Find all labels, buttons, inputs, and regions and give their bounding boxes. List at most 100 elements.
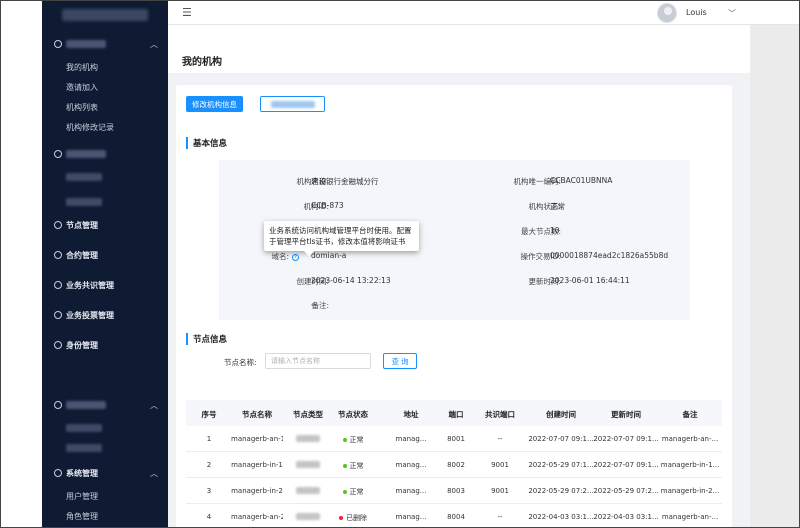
cell-no: 2 bbox=[206, 461, 212, 469]
chevron-up-icon: ︿ bbox=[150, 400, 158, 410]
cell-cport: 9001 bbox=[491, 487, 509, 495]
vote-icon bbox=[54, 311, 62, 319]
domain-label: 域名:? bbox=[219, 251, 299, 262]
status-dot-icon bbox=[339, 516, 343, 520]
cell-no: 3 bbox=[206, 487, 212, 495]
secondary-action-button[interactable] bbox=[260, 96, 325, 112]
edit-org-button[interactable]: 修改机构信息 bbox=[186, 96, 243, 112]
help-icon[interactable]: ? bbox=[292, 253, 299, 261]
cell-status: 正常 bbox=[332, 461, 374, 471]
cell-cport: 9001 bbox=[491, 461, 509, 469]
cell-port: 8004 bbox=[447, 513, 465, 521]
sidebar-item-user-mgmt[interactable]: 用户管理 bbox=[66, 491, 98, 502]
status-dot-icon bbox=[342, 490, 347, 494]
domain-value: domian-a bbox=[311, 251, 347, 260]
org-status-value: 正常 bbox=[550, 202, 565, 211]
sidebar-item-blurred[interactable] bbox=[66, 444, 102, 452]
table-row[interactable]: 3 managerb-in-2 正常 manag... 8003 9001 2022-05-… bbox=[186, 478, 722, 504]
cell-name: managerb-an-1 bbox=[231, 435, 283, 443]
created-time-value: 2023-06-14 13:22:13 bbox=[311, 276, 391, 285]
sidebar-group-label: 业务投票管理 bbox=[66, 310, 114, 320]
table-row[interactable]: 2 managerb-in-1 正常 manag... 8002 9001 2022-05-… bbox=[186, 452, 722, 478]
sidebar-item-blurred[interactable] bbox=[66, 173, 102, 181]
updated-time-value: 2023-06-01 16:44:11 bbox=[550, 276, 630, 285]
cell-updated: 2022-07-07 09:1... bbox=[593, 435, 659, 443]
sidebar-group-label-blurred bbox=[66, 401, 106, 409]
sidebar-item-my-org[interactable]: 我的机构 bbox=[66, 62, 98, 73]
max-nodes-value: 10 bbox=[550, 226, 560, 235]
blurred-label bbox=[271, 101, 315, 108]
node-info-title: 节点信息 bbox=[186, 333, 227, 345]
sidebar-item-org-change-log[interactable]: 机构修改记录 bbox=[66, 122, 114, 133]
updated-time-label: 更新时间: bbox=[528, 277, 561, 286]
node-type-blurred bbox=[296, 461, 320, 468]
table-row[interactable]: 4 managerb-an-2 已删除 manag... 8004 -- 2022-04-0… bbox=[186, 504, 722, 527]
cell-created: 2022-04-03 03:1... bbox=[528, 513, 594, 521]
tx-id-value: 0000018874ead2c1826a55b8d bbox=[550, 251, 669, 260]
right-scroll-area bbox=[750, 25, 799, 527]
sidebar-group-node[interactable]: 节点管理 bbox=[42, 217, 168, 233]
page-title: 我的机构 bbox=[182, 57, 222, 68]
chevron-down-icon[interactable]: ﹀ bbox=[728, 8, 736, 19]
status-text: 正常 bbox=[349, 462, 364, 470]
menu-icon bbox=[54, 150, 62, 158]
col-header: 节点名称 bbox=[242, 410, 272, 419]
node-name-filter-label: 节点名称: bbox=[224, 358, 257, 367]
domain-tooltip: 业务系统访问机构域管理平台时使用。配置于管理平台tls证书，修改本值将影响证书 bbox=[264, 221, 419, 256]
sidebar-group-system[interactable]: 系统管理 ︿ bbox=[42, 465, 168, 481]
max-nodes-label: 最大节点数: bbox=[520, 227, 561, 236]
sidebar-item-blurred[interactable] bbox=[66, 424, 102, 432]
sidebar-item-blurred[interactable] bbox=[66, 198, 102, 206]
cell-status: 正常 bbox=[332, 487, 374, 497]
sidebar-group-business[interactable]: 业务共识管理 bbox=[42, 277, 168, 293]
query-button[interactable]: 查 询 bbox=[383, 353, 417, 369]
sidebar-group-label: 合约管理 bbox=[66, 250, 98, 260]
contract-icon bbox=[54, 251, 62, 259]
cell-cport: -- bbox=[497, 513, 503, 521]
sidebar-item-invite[interactable]: 邀请加入 bbox=[66, 82, 98, 93]
org-icon bbox=[54, 40, 62, 48]
sidebar-group-organization[interactable]: ︿ bbox=[42, 36, 168, 52]
status-text: 已删除 bbox=[346, 514, 367, 522]
remark-value: -- bbox=[311, 300, 317, 309]
sidebar-item-org-list[interactable]: 机构列表 bbox=[66, 102, 98, 113]
page-header: 我的机构 bbox=[168, 25, 750, 73]
sidebar-group-blurred-2[interactable] bbox=[42, 146, 168, 162]
cell-remark: managerb-an-... bbox=[661, 435, 719, 443]
cell-addr: manag... bbox=[395, 461, 427, 469]
user-name[interactable]: Louis bbox=[686, 8, 707, 17]
table-header: 序号 节点名称 节点类型 节点状态 地址 端口 共识端口 创建时间 更新时间 备… bbox=[186, 400, 722, 426]
sidebar-group-label: 系统管理 bbox=[66, 468, 98, 478]
sidebar-group-label-blurred bbox=[66, 150, 106, 158]
col-header: 端口 bbox=[448, 410, 464, 419]
cell-port: 8001 bbox=[447, 435, 465, 443]
app-frame: ︿ 我的机构 邀请加入 机构列表 机构修改记录 节点管理 合约管理 业务共识管理… bbox=[0, 0, 800, 528]
cell-port: 8003 bbox=[447, 487, 465, 495]
cell-created: 2022-05-29 07:1... bbox=[528, 461, 594, 469]
cell-updated: 2022-04-03 03:1... bbox=[593, 513, 659, 521]
logo bbox=[62, 9, 148, 21]
menu-toggle-icon[interactable]: ☰ bbox=[182, 6, 192, 19]
status-dot-icon bbox=[342, 438, 347, 442]
avatar[interactable] bbox=[657, 3, 677, 23]
org-uid-label: 机构唯一编码: bbox=[513, 177, 561, 186]
status-text: 正常 bbox=[349, 436, 364, 444]
cell-addr: manag... bbox=[395, 513, 427, 521]
node-icon bbox=[54, 221, 62, 229]
col-header: 创建时间 bbox=[546, 410, 576, 419]
cell-created: 2022-07-07 09:1... bbox=[528, 435, 594, 443]
cell-no: 1 bbox=[206, 435, 212, 443]
sidebar-group-blurred-3[interactable]: ︿ bbox=[42, 397, 168, 413]
sidebar-item-role-mgmt[interactable]: 角色管理 bbox=[66, 511, 98, 522]
node-name-input[interactable] bbox=[265, 353, 371, 369]
cell-created: 2022-05-29 07:2... bbox=[528, 487, 594, 495]
sidebar: ︿ 我的机构 邀请加入 机构列表 机构修改记录 节点管理 合约管理 业务共识管理… bbox=[42, 1, 168, 527]
org-name-value: 建设银行金融城分行 bbox=[311, 177, 379, 186]
node-type-blurred bbox=[296, 435, 320, 442]
chevron-up-icon: ︿ bbox=[150, 39, 158, 49]
table-row[interactable]: 1 managerb-an-1 正常 manag... 8001 -- 2022-07-07… bbox=[186, 426, 722, 452]
sidebar-group-contract[interactable]: 合约管理 bbox=[42, 247, 168, 263]
sidebar-group-vote[interactable]: 业务投票管理 bbox=[42, 307, 168, 323]
sidebar-group-identity[interactable]: 身份管理 bbox=[42, 337, 168, 353]
cell-remark: managerb-in-2... bbox=[660, 487, 720, 495]
